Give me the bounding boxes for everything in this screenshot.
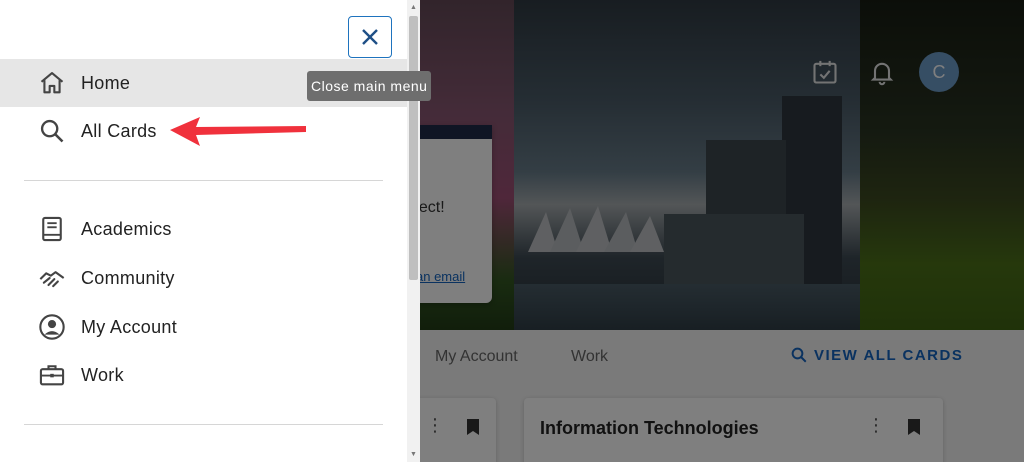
nav-item-my-account[interactable]: My Account: [0, 303, 407, 351]
nav-item-work[interactable]: Work: [0, 351, 407, 399]
account-circle-icon: [39, 314, 65, 340]
nav-item-academics[interactable]: Academics: [0, 205, 407, 253]
menu-divider: [24, 180, 383, 181]
book-icon: [42, 216, 62, 242]
nav-label-my-account: My Account: [81, 316, 178, 337]
scroll-down-arrow[interactable]: ▼: [409, 450, 418, 459]
menu-divider: [24, 424, 383, 425]
search-icon: [40, 119, 64, 143]
close-menu-tooltip: Close main menu: [307, 71, 432, 101]
scroll-up-arrow[interactable]: ▲: [409, 3, 418, 12]
handshake-icon: [39, 271, 65, 288]
main-menu-drawer: Home All Cards Academics Community My Ac…: [0, 0, 420, 462]
nav-label-community: Community: [81, 267, 175, 288]
annotation-arrow: [170, 117, 306, 146]
nav-label-home: Home: [81, 72, 131, 93]
scrollbar-thumb[interactable]: [409, 16, 418, 280]
nav-item-community[interactable]: Community: [0, 254, 407, 302]
briefcase-icon: [39, 365, 65, 386]
home-icon: [40, 72, 64, 94]
close-icon: [362, 29, 378, 45]
nav-label-academics: Academics: [81, 218, 172, 239]
nav-label-all-cards: All Cards: [81, 120, 157, 141]
nav-label-work: Work: [81, 364, 124, 385]
close-menu-button[interactable]: [348, 16, 392, 58]
